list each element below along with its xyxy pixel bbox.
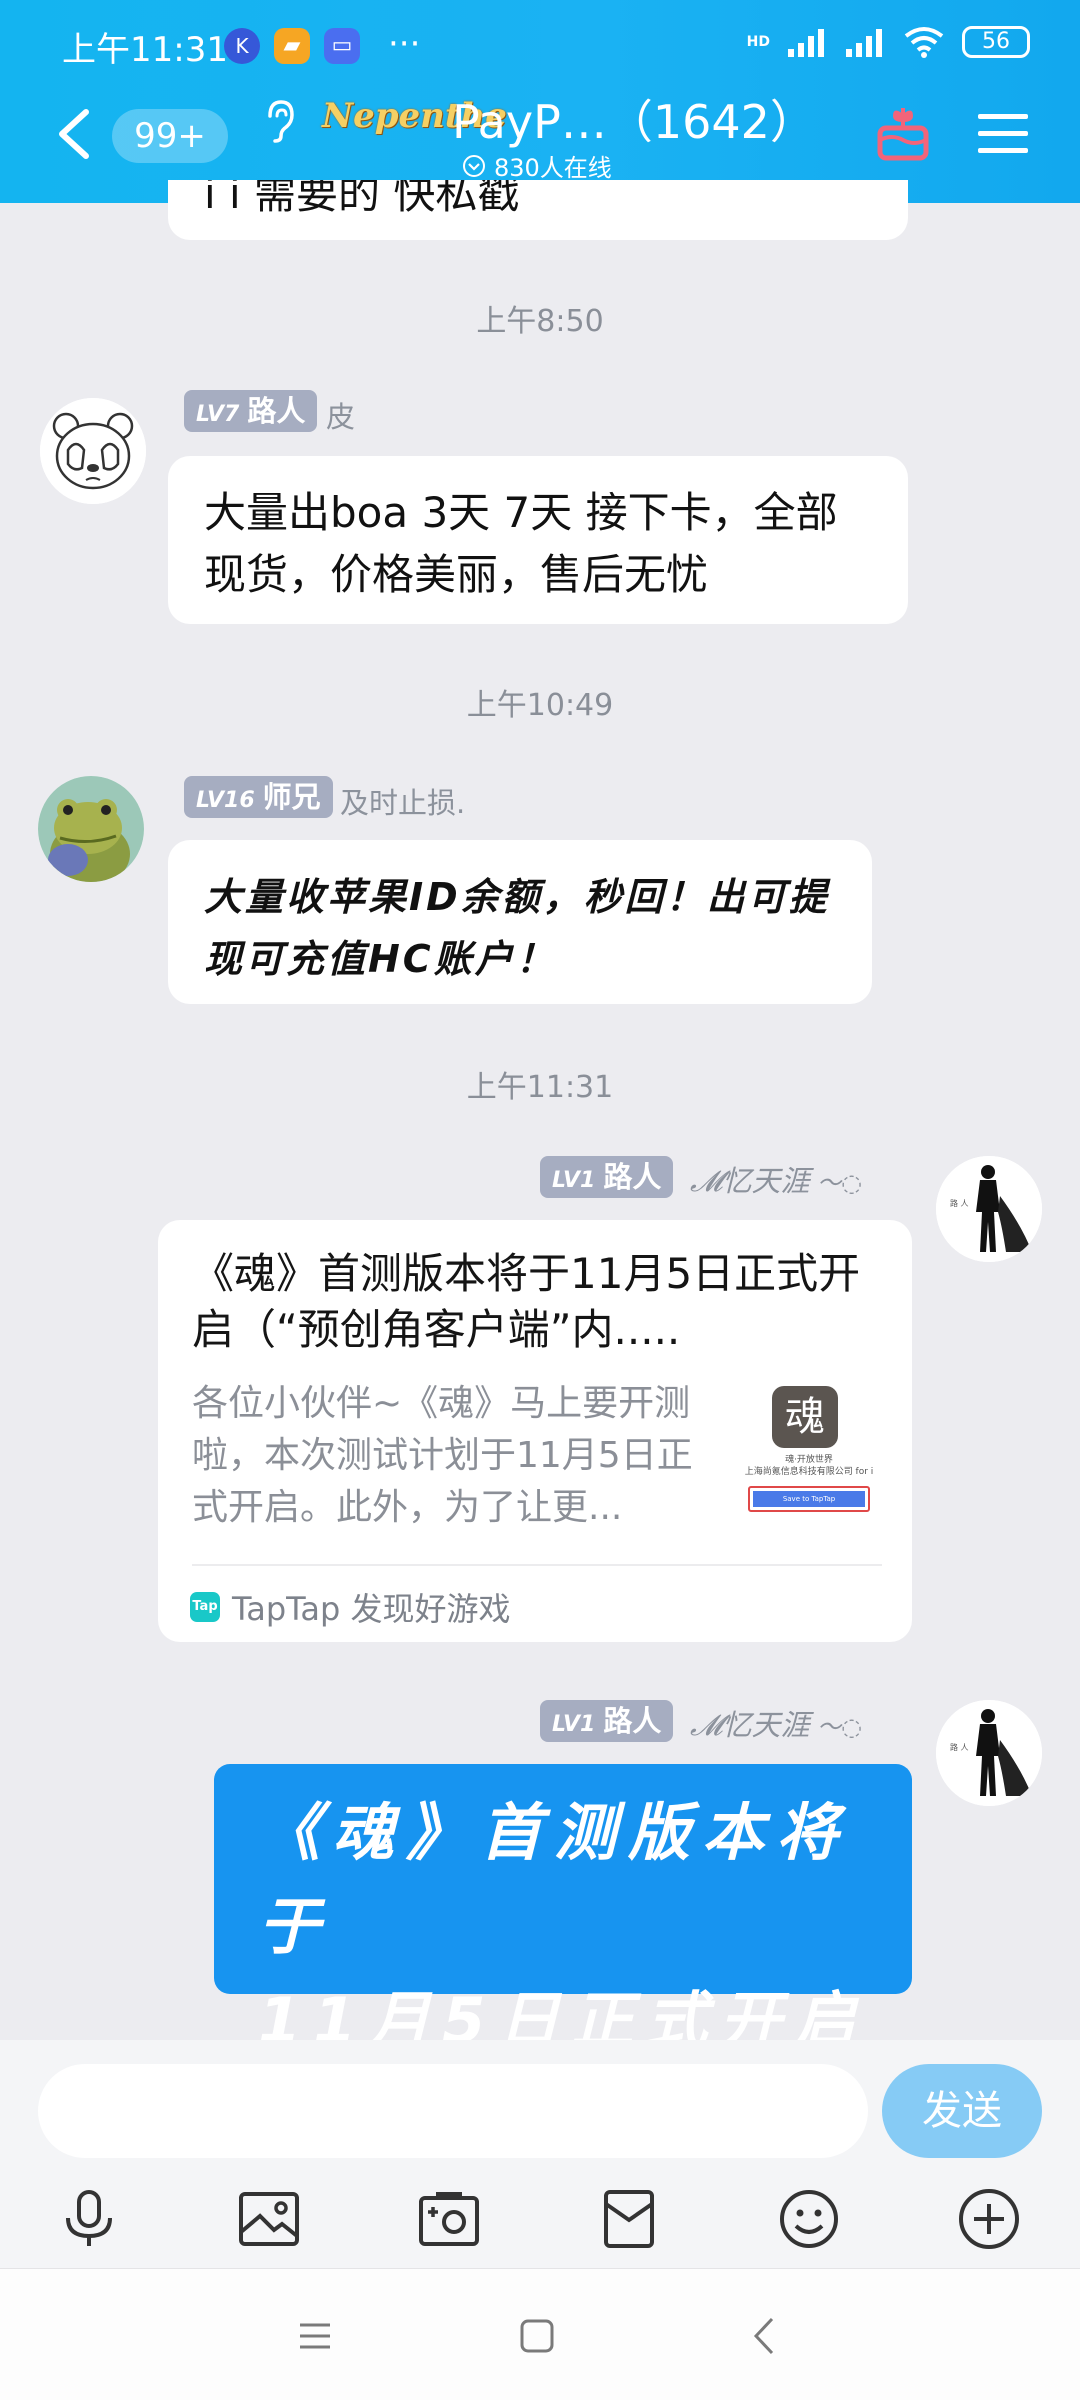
thumb-button: Save to TapTap (753, 1491, 865, 1507)
previous-message-bubble[interactable]: i i 需要的 快私戳 (168, 180, 908, 240)
sender-name[interactable]: 及时止损. (340, 780, 465, 822)
input-bar: 发送 (0, 2040, 1080, 2268)
chat-title[interactable]: PayP…（1642） (452, 86, 816, 152)
signal-icon (788, 29, 824, 57)
svg-text:路 人: 路 人 (950, 1742, 969, 1752)
sender-name[interactable]: 皮 (326, 394, 355, 436)
card-source[interactable]: Tap TapTap 发现好游戏 (190, 1584, 511, 1630)
k-app-icon: K (224, 28, 260, 64)
avatar[interactable]: 路 人 (936, 1156, 1042, 1262)
timestamp: 上午11:31 (466, 1070, 614, 1105)
more-notifications-icon: ··· (388, 24, 421, 64)
message-bubble[interactable]: 大量收苹果ID余额，秒回！出可提现可充值HC账户！ (168, 840, 872, 1004)
chat-header: 上午11:31 K ▰ ▭ ··· HD 56 99+ Nepenthe Pay… (0, 0, 1080, 203)
message-bubble[interactable]: 大量出boa 3天 7天 接下卡，全部现货，价格美丽，售后无忧 (168, 456, 908, 624)
menu-icon[interactable] (976, 110, 1030, 158)
previous-message-text: i i 需要的 快私戳 (204, 180, 520, 218)
thumb-button-frame: Save to TapTap (748, 1486, 870, 1512)
notes-app-icon: ▰ (274, 28, 310, 64)
battery-icon: 56 (962, 26, 1030, 58)
avatar[interactable] (40, 398, 146, 504)
message-text: 大量收苹果ID余额，秒回！出可提现可充值HC账户！ (204, 875, 830, 981)
timestamp: 上午10:49 (466, 688, 614, 723)
online-status[interactable]: 830人在线 (462, 148, 612, 183)
red-packet-icon[interactable] (596, 2186, 662, 2252)
card-source-name: TapTap 发现好游戏 (232, 1590, 511, 1628)
sender-name[interactable]: 𝓜忆天涯 〜◌ (690, 1702, 862, 1744)
back-icon[interactable] (56, 108, 90, 160)
image-icon[interactable] (236, 2186, 302, 2252)
member-level-badge: LV16 师兄 (184, 776, 333, 818)
camera-icon[interactable] (416, 2186, 482, 2252)
bear-avatar-icon (40, 398, 146, 504)
online-count: 830人在线 (494, 154, 612, 182)
avatar[interactable] (38, 776, 144, 882)
svg-text:路 人: 路 人 (950, 1198, 969, 1208)
wifi-icon (904, 27, 944, 58)
thumb-caption-publisher: 上海尚氪信息科技有限公司 for i (744, 1467, 874, 1477)
hd-label: HD (746, 34, 770, 50)
plus-icon[interactable] (956, 2186, 1022, 2252)
emoji-icon[interactable] (776, 2186, 842, 2252)
frog-avatar-icon (38, 776, 144, 882)
message-input[interactable] (38, 2064, 868, 2158)
member-level-badge: LV7 路人 (184, 390, 318, 432)
system-nav-bar (0, 2268, 1080, 2400)
microphone-icon[interactable] (56, 2186, 122, 2252)
ear-icon[interactable] (262, 98, 296, 144)
message-text: 大量出boa 3天 7天 接下卡，全部现货，价格美丽，售后无忧 (204, 488, 838, 599)
taptap-icon: Tap (190, 1592, 220, 1622)
game-logo: 魂 (772, 1386, 838, 1448)
unread-count-badge[interactable]: 99+ (112, 109, 228, 163)
styled-message-bubble[interactable]: 《魂》首测版本将于 11月5日正式开启 (214, 1764, 912, 2057)
member-level-badge: LV1 路人 (540, 1700, 674, 1742)
person-silhouette-avatar-icon: 路 人 (936, 1700, 1042, 1806)
shared-link-card[interactable]: 《魂》首测版本将于11月5日正式开启（“预创角客户端”内..... 各位小伙伴~… (158, 1220, 912, 1642)
card-description: 各位小伙伴~《魂》马上要开测啦，本次测试计划于11月5日正式开启。此外，为了让更… (192, 1383, 693, 1528)
chevron-down-circle-icon (463, 154, 485, 177)
status-time: 上午11:31 (62, 30, 228, 70)
back-nav-icon[interactable] (744, 2315, 786, 2357)
status-indicators: HD 56 (747, 26, 1030, 58)
send-button[interactable]: 发送 (882, 2064, 1042, 2158)
person-silhouette-avatar-icon: 路 人 (936, 1156, 1042, 1262)
thumb-caption: 魂·开放世界 (785, 1455, 833, 1465)
signal-icon-2 (846, 29, 882, 57)
screen-app-icon: ▭ (324, 28, 360, 64)
gift-icon[interactable] (876, 104, 930, 162)
sender-name[interactable]: 𝓜忆天涯 〜◌ (690, 1158, 862, 1200)
card-divider (192, 1564, 882, 1566)
avatar[interactable]: 路 人 (936, 1700, 1042, 1806)
card-title: 《魂》首测版本将于11月5日正式开启（“预创角客户端”内..... (192, 1249, 861, 1354)
card-thumbnail: 魂 魂·开放世界 上海尚氪信息科技有限公司 for i Save to TapT… (734, 1380, 884, 1520)
member-level-badge: LV1 路人 (540, 1156, 674, 1198)
timestamp: 上午8:50 (476, 304, 604, 339)
recent-apps-icon[interactable] (294, 2315, 336, 2357)
home-icon[interactable] (516, 2315, 558, 2357)
